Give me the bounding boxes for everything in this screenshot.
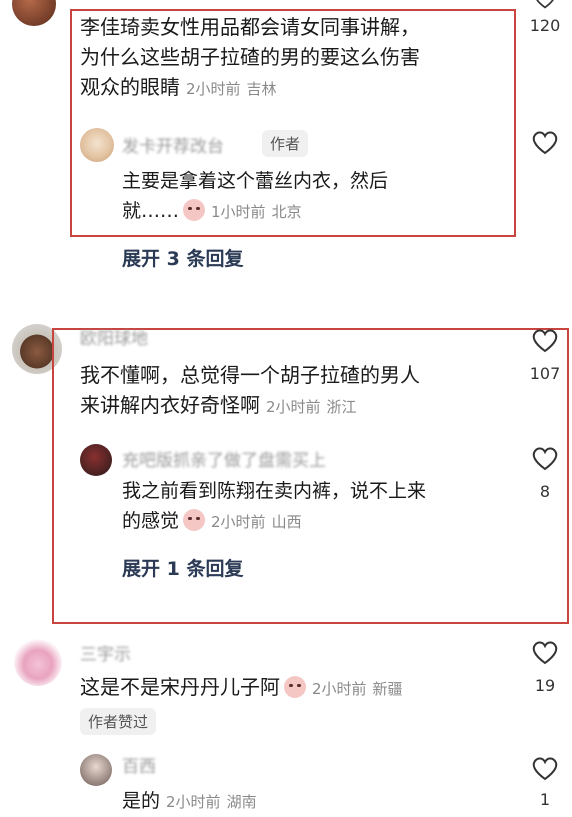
comment-location: 浙江	[326, 398, 357, 416]
reply-line: 主要是拿着这个蕾丝内衣，然后	[122, 170, 389, 192]
comment-text: 我不懂啊，总觉得一个胡子拉碴的男人 来讲解内衣好奇怪啊 2小时前 浙江	[80, 360, 420, 422]
comment-author-name[interactable]: 三宇示	[80, 640, 131, 665]
comment-author-name[interactable]: 欧阳球地	[80, 324, 148, 349]
comment-line-text: 观众的眼睛	[80, 75, 180, 99]
reply-time: 2小时前	[166, 793, 221, 811]
comment-line-text: 这是不是宋丹丹儿子阿	[80, 675, 280, 699]
expand-replies-button[interactable]: 展开 1 条回复	[122, 554, 243, 581]
comment-text: 这是不是宋丹丹儿子阿 2小时前 新疆	[80, 672, 403, 704]
comment-time: 2小时前	[186, 80, 241, 98]
reply-line: 我之前看到陈翔在卖内裤，说不上来	[122, 480, 427, 502]
reply-line-text: 就……	[122, 200, 180, 222]
comment-line: 我不懂啊，总觉得一个胡子拉碴的男人	[80, 363, 420, 387]
heart-icon[interactable]	[530, 0, 560, 10]
like-count: 120	[529, 16, 561, 35]
cat-avatar[interactable]	[80, 128, 114, 162]
heart-icon[interactable]	[530, 444, 560, 472]
author-tag: 作者	[262, 130, 309, 157]
reply-line-text: 是的	[122, 790, 161, 812]
reply-text: 主要是拿着这个蕾丝内衣，然后 就…… 1小时前 北京	[122, 166, 388, 227]
comment-line: 观众的眼睛 2小时前 吉林	[80, 72, 420, 104]
reply-author-name[interactable]: 充吧版抓亲了做了盘需买上	[122, 446, 326, 471]
comment-line: 为什么这些胡子拉碴的男的要这么伤害	[80, 45, 420, 69]
reply-location: 湖南	[226, 793, 257, 811]
flower-avatar[interactable]	[14, 638, 62, 686]
reply-text: 是的 2小时前 湖南	[122, 786, 257, 817]
reply-line: 的感觉 2小时前 山西	[122, 506, 426, 537]
comment-line: 来讲解内衣好奇怪啊 2小时前 浙江	[80, 390, 420, 422]
comment-time: 2小时前	[312, 680, 367, 698]
reply-location: 山西	[271, 513, 302, 531]
like-count: 19	[534, 676, 556, 695]
like-count: 1	[539, 790, 551, 809]
like-count: 107	[529, 364, 561, 383]
heart-icon[interactable]	[530, 128, 560, 156]
comment-location: 新疆	[372, 680, 403, 698]
heart-icon[interactable]	[530, 638, 560, 666]
reply-location: 北京	[271, 203, 302, 221]
heart-icon[interactable]	[530, 754, 560, 782]
commenter-avatar[interactable]	[12, 0, 56, 26]
heart-icon[interactable]	[530, 326, 560, 354]
comment-location: 吉林	[246, 80, 277, 98]
reply-avatar[interactable]	[80, 754, 112, 786]
reply-text: 我之前看到陈翔在卖内裤，说不上来 的感觉 2小时前 山西	[122, 476, 426, 537]
comment-line: 这是不是宋丹丹儿子阿 2小时前 新疆	[80, 672, 403, 704]
crying-emoji-icon	[284, 676, 306, 698]
reply-line-text: 的感觉	[122, 510, 180, 532]
crying-emoji-icon	[183, 199, 206, 221]
reply-author-name[interactable]: 百西	[122, 752, 156, 777]
reply-line: 是的 2小时前 湖南	[122, 786, 257, 817]
comment-text: 李佳琦卖女性用品都会请女同事讲解， 为什么这些胡子拉碴的男的要这么伤害 观众的眼…	[80, 12, 420, 104]
comment-line-text: 来讲解内衣好奇怪啊	[80, 393, 260, 417]
reply-time: 1小时前	[211, 203, 266, 221]
comment-line: 李佳琦卖女性用品都会请女同事讲解，	[80, 15, 420, 39]
comment-time: 2小时前	[266, 398, 321, 416]
reply-time: 2小时前	[211, 513, 266, 531]
expand-replies-button[interactable]: 展开 3 条回复	[122, 244, 243, 271]
crying-emoji-icon	[183, 509, 206, 531]
reply-line: 就…… 1小时前 北京	[122, 196, 388, 227]
author-liked-badge: 作者赞过	[80, 708, 157, 735]
like-count: 8	[539, 482, 551, 501]
reply-avatar[interactable]	[80, 444, 112, 476]
reply-author-name[interactable]: 发卡开荐改台	[122, 132, 224, 157]
